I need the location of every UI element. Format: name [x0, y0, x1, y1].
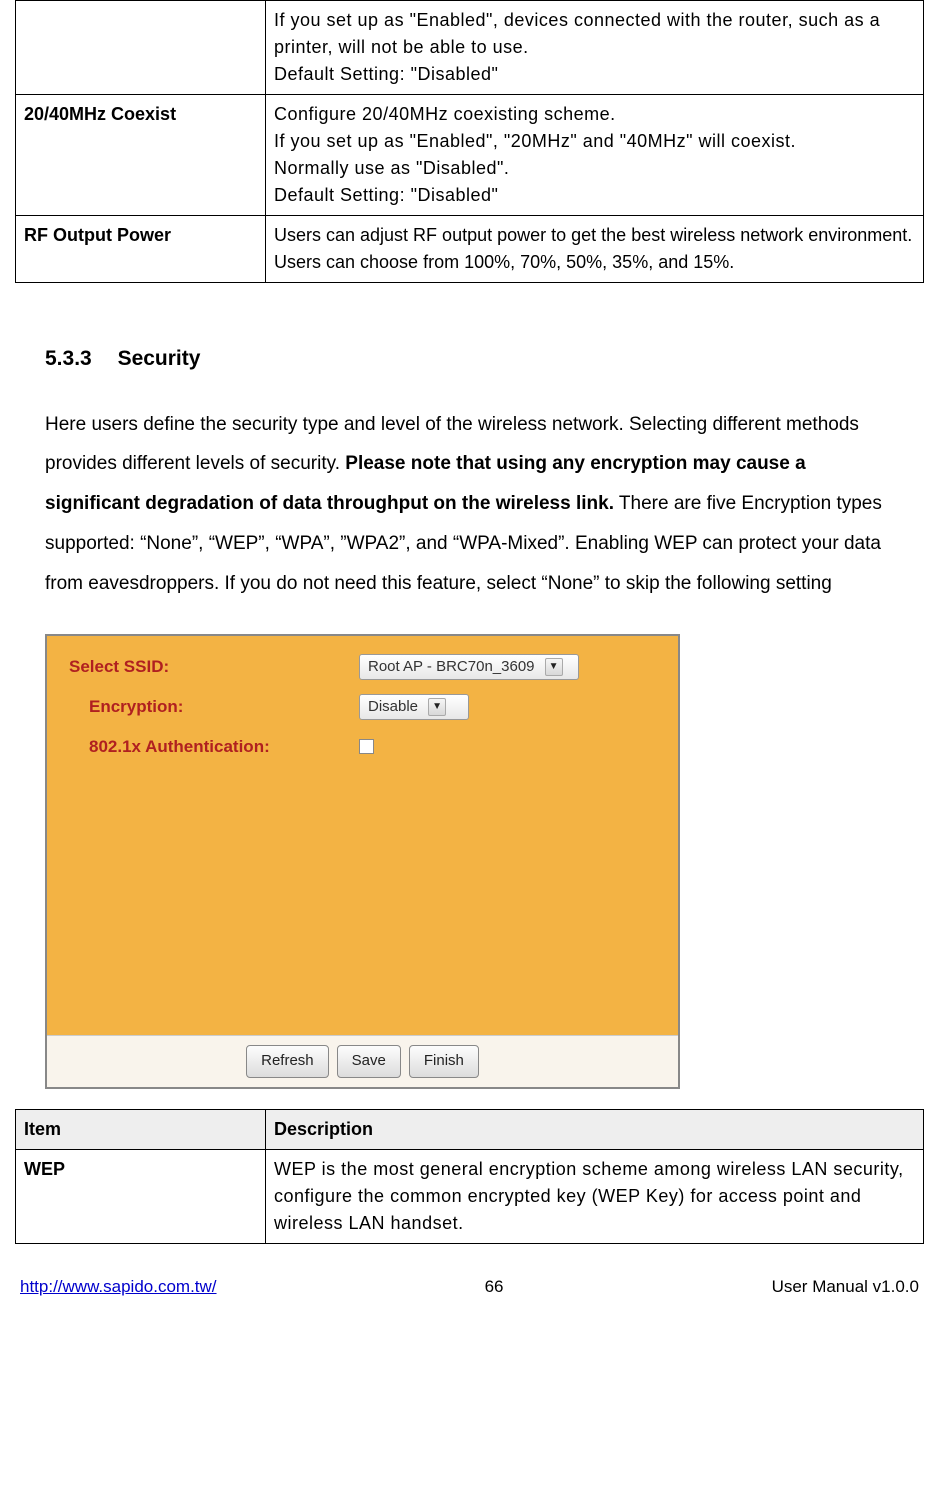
- chevron-down-icon[interactable]: ▼: [545, 658, 563, 676]
- section-heading: 5.3.3 Security: [45, 343, 924, 375]
- row-8021x: 802.1x Authentication:: [69, 734, 656, 760]
- encryption-description-table: Item Description WEP WEP is the most gen…: [15, 1109, 924, 1244]
- section-number: 5.3.3: [45, 347, 92, 370]
- row0-label-empty: [16, 1, 266, 95]
- chevron-down-icon[interactable]: ▼: [428, 698, 446, 716]
- panel-footer: Refresh Save Finish: [47, 1035, 678, 1087]
- panel-body: Select SSID: Root AP - BRC70n_3609 ▼ Enc…: [47, 636, 678, 1035]
- select-encryption-value: Disable: [368, 696, 418, 719]
- row-encryption: Encryption: Disable ▼: [69, 694, 656, 720]
- section-paragraph: Here users define the security type and …: [45, 405, 894, 604]
- section-title: Security: [118, 347, 201, 370]
- row0-desc: If you set up as "Enabled", devices conn…: [266, 1, 924, 95]
- select-ssid[interactable]: Root AP - BRC70n_3609 ▼: [359, 654, 579, 680]
- footer-url[interactable]: http://www.sapido.com.tw/: [20, 1274, 217, 1300]
- row1-desc: Configure 20/40MHz coexisting scheme. If…: [266, 95, 924, 216]
- settings-table-top: If you set up as "Enabled", devices conn…: [15, 0, 924, 283]
- footer-page-number: 66: [485, 1274, 504, 1300]
- refresh-button[interactable]: Refresh: [246, 1045, 329, 1078]
- footer-manual-version: User Manual v1.0.0: [772, 1274, 919, 1300]
- save-button[interactable]: Save: [337, 1045, 401, 1078]
- page-footer: http://www.sapido.com.tw/ 66 User Manual…: [15, 1274, 924, 1315]
- row2-desc: Users can adjust RF output power to get …: [266, 216, 924, 283]
- row1-label: 20/40MHz Coexist: [16, 95, 266, 216]
- label-8021x: 802.1x Authentication:: [69, 734, 359, 760]
- th-description: Description: [266, 1109, 924, 1149]
- wep-label: WEP: [16, 1149, 266, 1243]
- wep-desc: WEP is the most general encryption schem…: [266, 1149, 924, 1243]
- checkbox-8021x[interactable]: [359, 739, 374, 754]
- select-encryption[interactable]: Disable ▼: [359, 694, 469, 720]
- security-settings-panel: Select SSID: Root AP - BRC70n_3609 ▼ Enc…: [45, 634, 680, 1089]
- finish-button[interactable]: Finish: [409, 1045, 479, 1078]
- select-ssid-value: Root AP - BRC70n_3609: [368, 656, 535, 679]
- row2-label: RF Output Power: [16, 216, 266, 283]
- label-select-ssid: Select SSID:: [69, 654, 359, 680]
- th-item: Item: [16, 1109, 266, 1149]
- row-ssid: Select SSID: Root AP - BRC70n_3609 ▼: [69, 654, 656, 680]
- label-encryption: Encryption:: [69, 694, 359, 720]
